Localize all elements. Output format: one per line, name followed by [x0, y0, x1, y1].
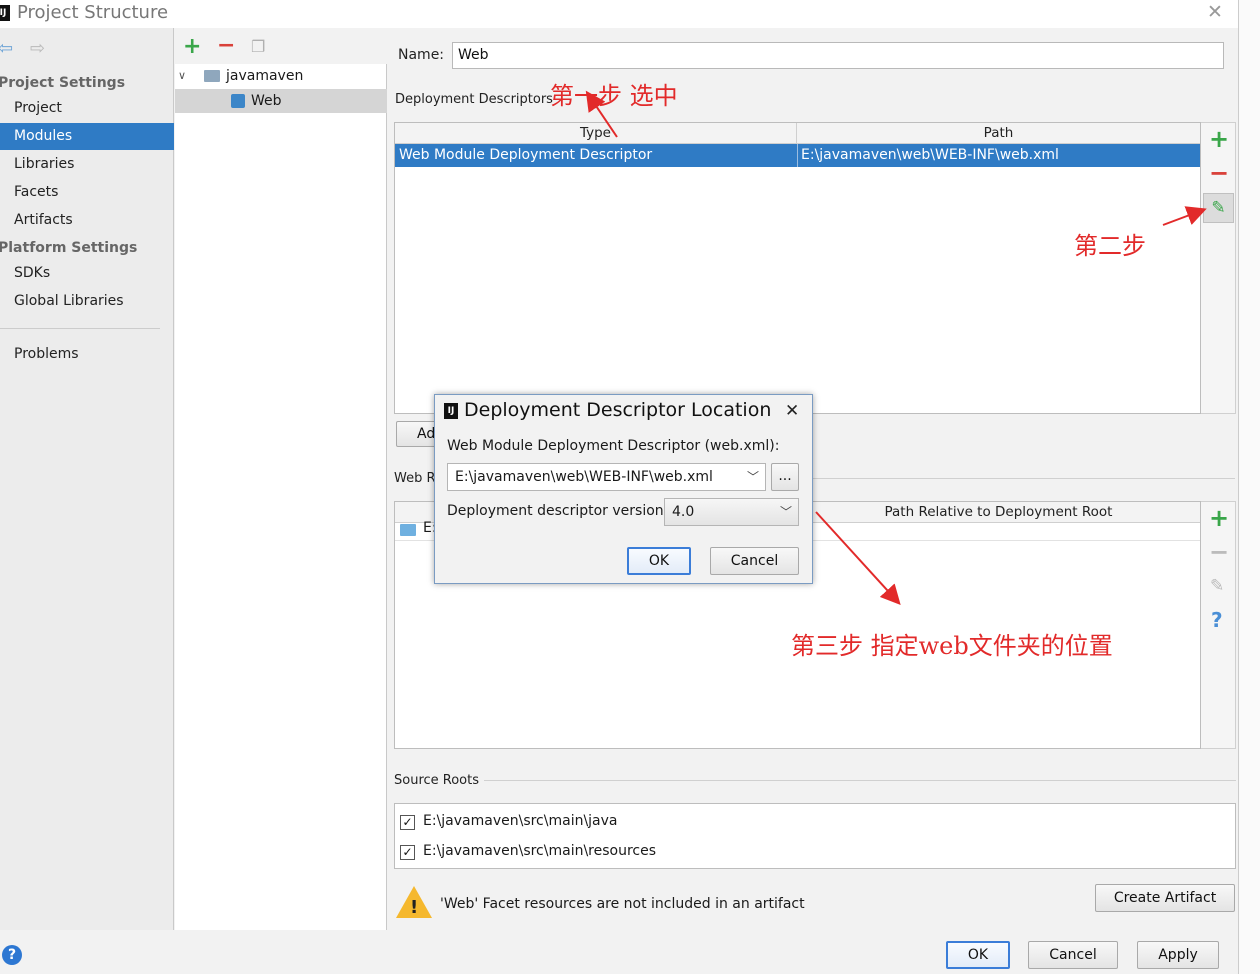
descriptor-path-combo[interactable]: E:\javamaven\web\WEB-INF\web.xml ﹀ [447, 463, 766, 491]
add-icon[interactable]: + [183, 34, 201, 59]
window-title: Project Structure [17, 2, 169, 23]
sidebar-divider [0, 328, 160, 329]
sidebar-item-modules[interactable]: Modules [0, 123, 174, 150]
column-header-type[interactable]: Type [395, 123, 797, 144]
version-label: Deployment descriptor version [447, 503, 664, 519]
web-facet-icon [231, 94, 245, 108]
dialog-title: Deployment Descriptor Location [464, 399, 772, 421]
project-settings-header: Project Settings [0, 75, 126, 91]
help-question-icon[interactable]: ? [1211, 608, 1223, 632]
add-web-resource-icon[interactable]: + [1209, 504, 1229, 532]
sidebar-item-problems[interactable]: Problems [0, 341, 174, 368]
sidebar-item-project[interactable]: Project [0, 95, 174, 122]
chevron-down-icon: ﹀ [779, 505, 792, 519]
intellij-logo-icon: IJ [0, 5, 10, 21]
copy-icon[interactable]: ❐ [251, 37, 265, 56]
name-label: Name: [398, 47, 445, 63]
forward-arrow-icon[interactable]: ⇨ [30, 38, 45, 59]
source-root-checkbox[interactable]: ✓ [400, 845, 415, 860]
warning-exclamation-icon: ! [410, 897, 419, 918]
help-icon[interactable]: ? [2, 945, 22, 965]
add-descriptor-icon[interactable]: + [1209, 125, 1229, 153]
back-arrow-icon[interactable]: ⇦ [0, 38, 13, 59]
remove-icon[interactable]: − [217, 33, 235, 58]
column-header-path[interactable]: Path [797, 123, 1200, 144]
expand-chevron-icon[interactable]: ∨ [178, 64, 186, 88]
intellij-logo-icon: IJ [444, 403, 458, 419]
ok-button[interactable]: OK [946, 941, 1010, 969]
annotation-step2: 第二步 [1074, 232, 1146, 260]
annotation-step3: 第三步 指定web文件夹的位置 [791, 632, 1113, 660]
sidebar-item-sdks[interactable]: SDKs [0, 260, 174, 287]
cancel-button[interactable]: Cancel [1028, 941, 1118, 969]
edit-web-resource-icon[interactable]: ✎ [1210, 576, 1224, 596]
cell-divider [797, 144, 798, 167]
source-roots-label: Source Roots [394, 773, 480, 788]
descriptor-path-value: E:\javamaven\web\WEB-INF\web.xml [455, 469, 713, 485]
background-editor-edge [1238, 0, 1260, 974]
remove-descriptor-icon[interactable]: − [1209, 159, 1229, 187]
tree-node-web[interactable]: Web [251, 89, 282, 113]
version-value: 4.0 [672, 504, 695, 520]
deployment-descriptors-label: Deployment Descriptors [395, 92, 553, 107]
platform-settings-header: Platform Settings [0, 240, 138, 256]
close-window-icon[interactable]: ✕ [1207, 1, 1223, 23]
version-select[interactable]: 4.0 ﹀ [664, 498, 799, 526]
sidebar-item-artifacts[interactable]: Artifacts [0, 207, 174, 234]
remove-web-resource-icon[interactable]: − [1209, 538, 1229, 566]
chevron-down-icon: ﹀ [746, 470, 759, 484]
descriptor-type-cell: Web Module Deployment Descriptor [399, 147, 653, 163]
apply-button[interactable]: Apply [1137, 941, 1219, 969]
sidebar-item-global-libraries[interactable]: Global Libraries [0, 288, 174, 315]
sidebar-item-libraries[interactable]: Libraries [0, 151, 174, 178]
source-root-checkbox[interactable]: ✓ [400, 815, 415, 830]
source-root-path: E:\javamaven\src\main\java [423, 813, 618, 829]
web-folder-icon [400, 524, 416, 536]
annotation-step1: 第一步 选中 [550, 82, 678, 110]
descriptor-path-cell: E:\javamaven\web\WEB-INF\web.xml [801, 147, 1059, 163]
module-tree-panel [175, 28, 387, 930]
title-bar [0, 0, 1238, 28]
section-separator [484, 780, 1236, 781]
module-folder-icon [204, 70, 220, 82]
sidebar-item-facets[interactable]: Facets [0, 179, 174, 206]
name-field[interactable]: Web [452, 42, 1224, 69]
web-resource-directories-label: Web R [394, 471, 436, 486]
create-artifact-button[interactable]: Create Artifact [1095, 884, 1235, 912]
dialog-ok-button[interactable]: OK [627, 547, 691, 575]
browse-button[interactable]: ... [771, 463, 799, 491]
module-tree-toolbar [175, 28, 387, 64]
source-root-path: E:\javamaven\src\main\resources [423, 843, 657, 859]
warning-text: 'Web' Facet resources are not included i… [440, 896, 805, 912]
edit-pencil-icon[interactable]: ✎ [1203, 193, 1234, 223]
dialog-cancel-button[interactable]: Cancel [710, 547, 799, 575]
tree-node-javamaven[interactable]: javamaven [226, 64, 303, 88]
dialog-close-icon[interactable]: ✕ [785, 401, 799, 421]
descriptor-path-label: Web Module Deployment Descriptor (web.xm… [447, 438, 780, 454]
